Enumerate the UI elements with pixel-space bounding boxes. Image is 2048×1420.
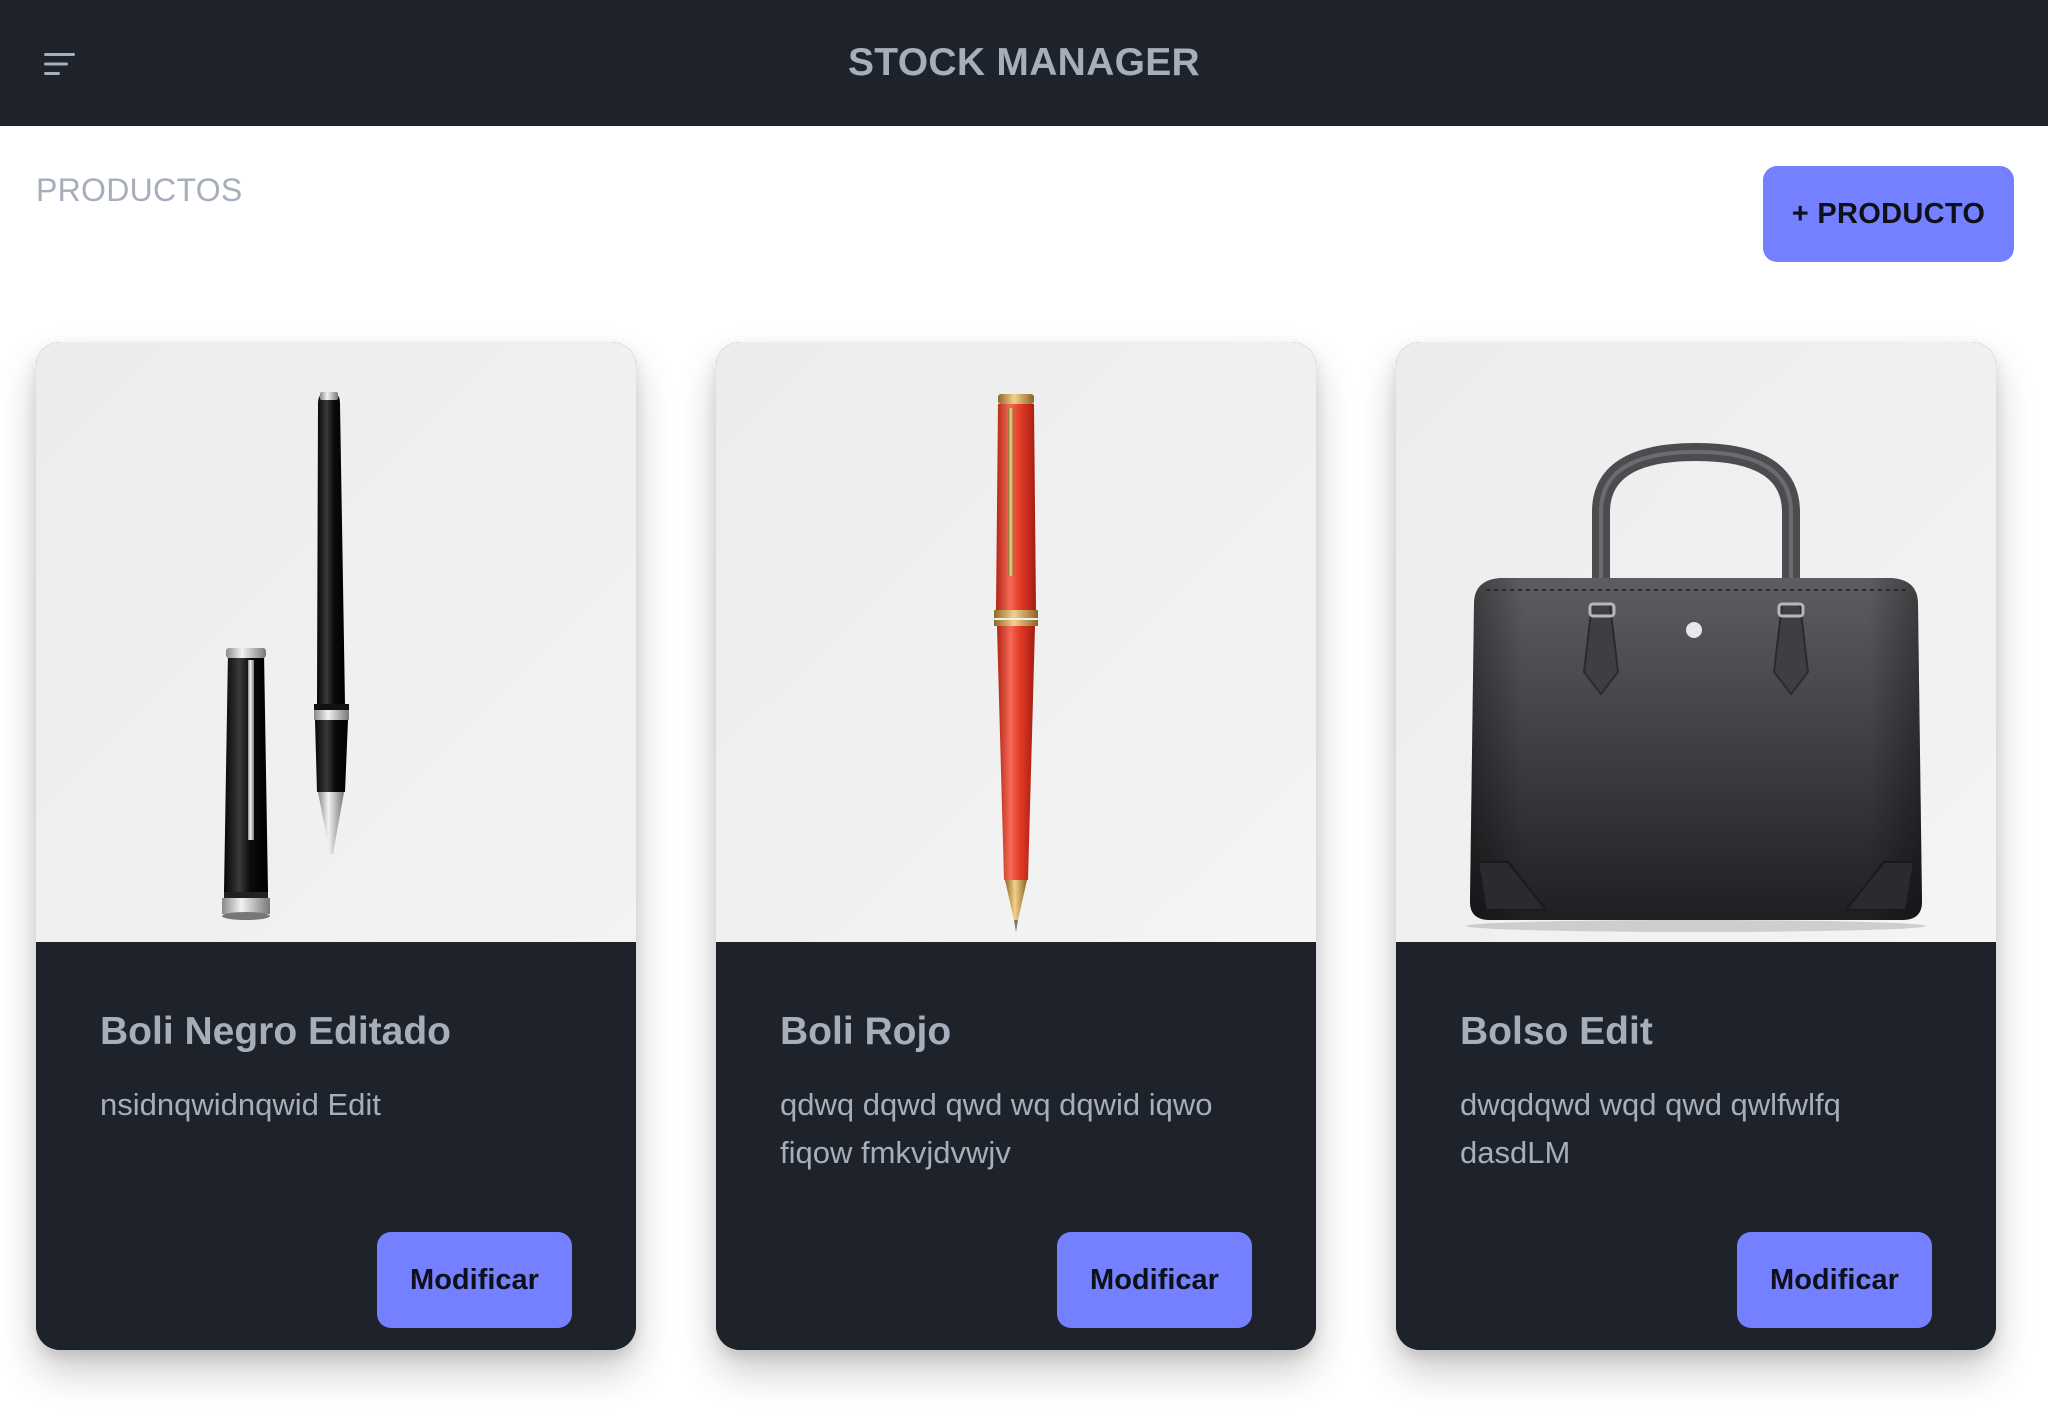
black-pen-with-cap-icon — [36, 342, 636, 942]
modify-button[interactable]: Modificar — [1057, 1232, 1252, 1328]
card-body: Boli Negro Editado nsidnqwidnqwid Edit M… — [36, 942, 636, 1350]
card-body: Boli Rojo qdwq dqwd qwd wq dqwid iqwo fi… — [716, 942, 1316, 1350]
page-title: PRODUCTOS — [36, 172, 243, 208]
product-description: nsidnqwidnqwid Edit — [100, 1087, 381, 1122]
red-pen-icon — [716, 342, 1316, 942]
product-card: Bolso Edit dwqdqwd wqd qwd qwlfwlfq dasd… — [1396, 342, 1996, 1350]
app-title: STOCK MANAGER — [847, 41, 1201, 84]
add-product-button[interactable]: + PRODUCTO — [1763, 166, 2014, 262]
product-card: Boli Negro Editado nsidnqwidnqwid Edit M… — [36, 342, 636, 1350]
product-card: Boli Rojo qdwq dqwd qwd wq dqwid iqwo fi… — [716, 342, 1316, 1350]
modify-button[interactable]: Modificar — [377, 1232, 572, 1328]
modify-button[interactable]: Modificar — [1737, 1232, 1932, 1328]
product-name: Boli Negro Editado — [100, 1010, 451, 1053]
product-name: Bolso Edit — [1460, 1010, 1653, 1053]
product-description: dwqdqwd wqd qwd qwlfwlfq dasdLM — [1460, 1087, 1841, 1170]
navbar: STOCK MANAGER — [0, 0, 2048, 126]
card-body: Bolso Edit dwqdqwd wqd qwd qwlfwlfq dasd… — [1396, 942, 1996, 1350]
product-name: Boli Rojo — [780, 1010, 952, 1053]
product-description: qdwq dqwd qwd wq dqwid iqwo fiqow fmkvjd… — [780, 1087, 1213, 1170]
leather-briefcase-icon — [1396, 342, 1996, 942]
